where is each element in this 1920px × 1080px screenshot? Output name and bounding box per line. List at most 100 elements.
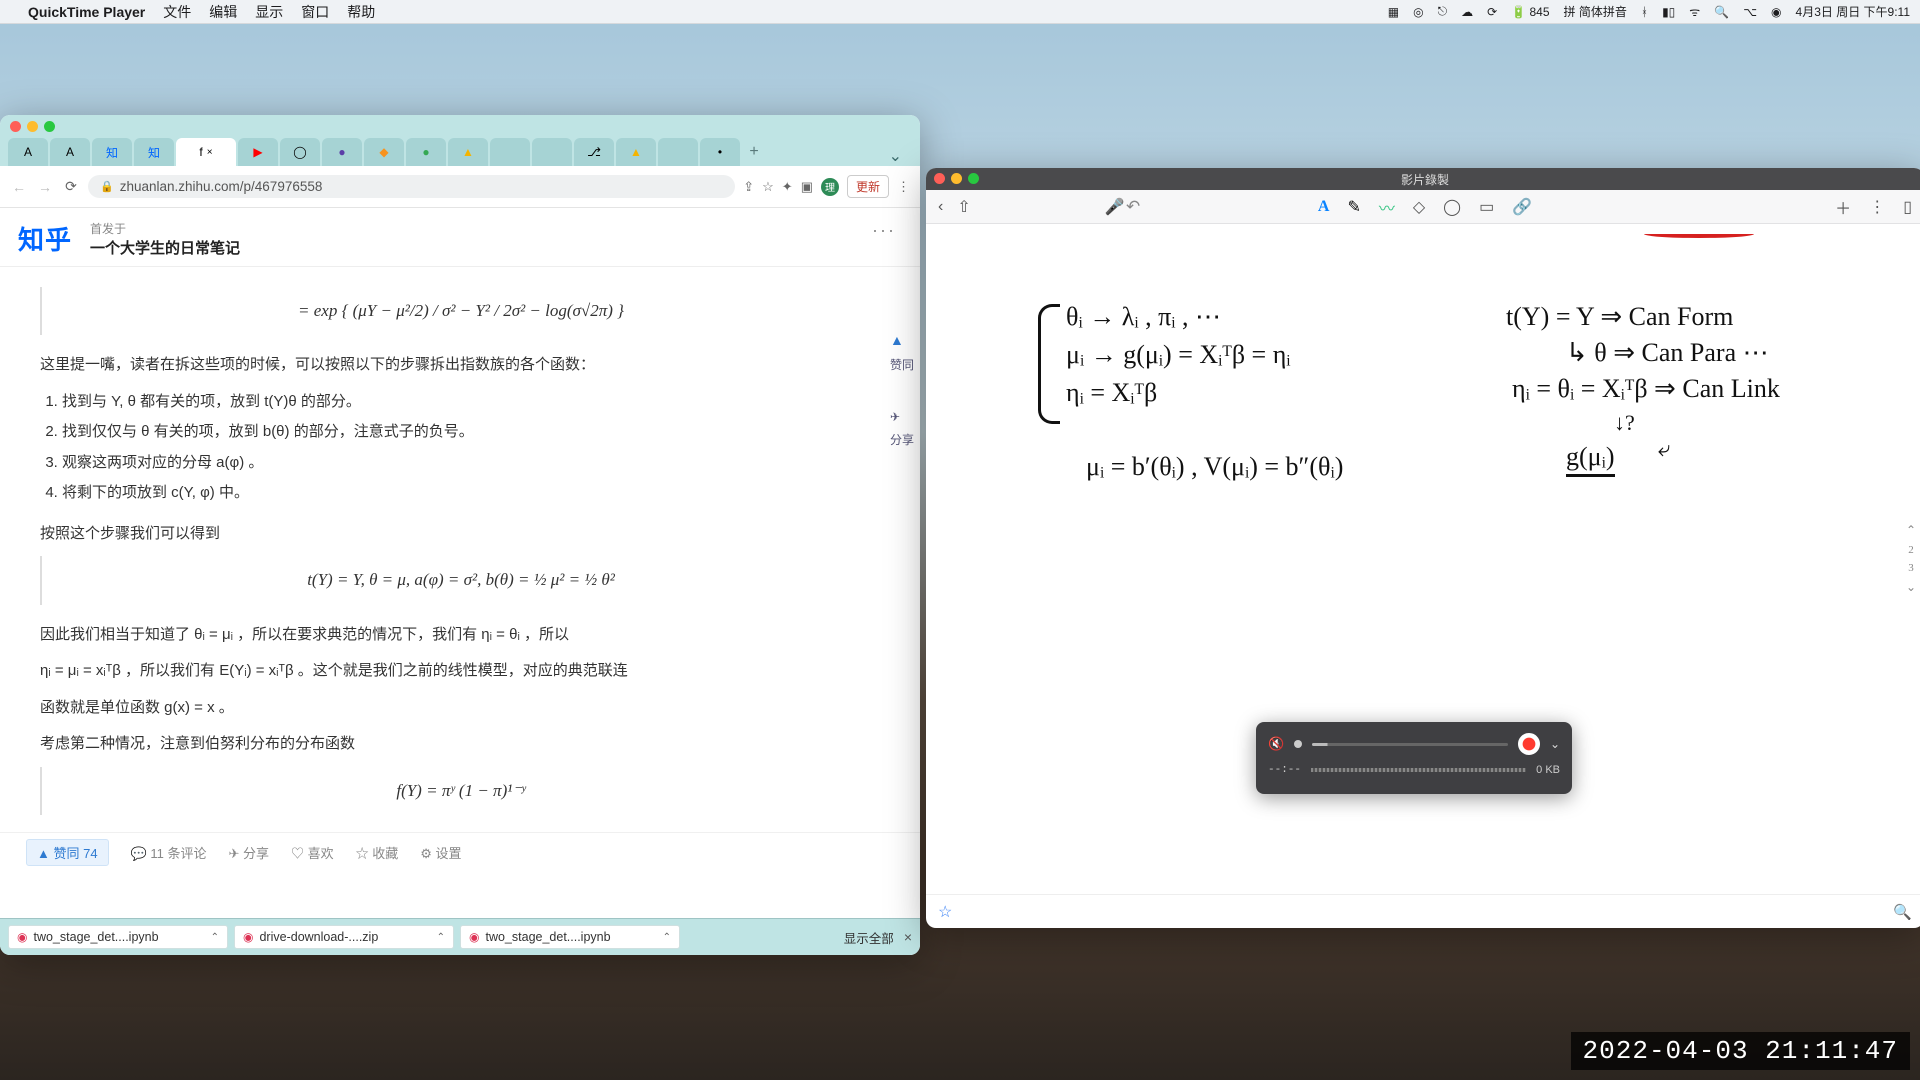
tab-14[interactable]: ⎇ (574, 138, 614, 166)
tab-2[interactable]: A (50, 138, 90, 166)
tab-close-icon[interactable]: × (207, 147, 213, 158)
menubar-icon-4[interactable]: ⟳ (1487, 5, 1497, 19)
menubar-icon-2[interactable]: ◎ (1413, 5, 1423, 19)
wechat-icon[interactable]: ☁ (1461, 5, 1473, 19)
app-name[interactable]: QuickTime Player (28, 4, 145, 20)
bluetooth-icon[interactable]: ᚼ (1641, 5, 1648, 19)
tab-11[interactable]: ▲ (448, 138, 488, 166)
chrome-menu-button[interactable]: ⋮ (897, 179, 910, 195)
volume-knob[interactable] (1294, 740, 1302, 748)
control-center-icon[interactable]: ⌥ (1743, 5, 1757, 19)
column-title[interactable]: 一个大学生的日常笔记 (90, 237, 240, 258)
comments-button[interactable]: 💬 11 条评论 (131, 843, 207, 862)
page-down-icon[interactable]: ⌄ (1906, 580, 1916, 595)
link-tool-icon[interactable]: 🔗 (1512, 197, 1532, 217)
favorite-button[interactable]: ☆ 收藏 (356, 843, 399, 862)
window-close-button[interactable] (10, 121, 21, 132)
battery-icon[interactable]: ▮▯ (1662, 5, 1675, 19)
menu-edit[interactable]: 编辑 (209, 2, 237, 22)
search-icon[interactable]: 🔍 (1893, 903, 1912, 921)
extensions-icon[interactable]: ✦ (782, 179, 793, 195)
tab-6[interactable]: ▶ (238, 138, 278, 166)
back-button[interactable]: ← (10, 179, 28, 195)
battery-count[interactable]: 🔋 845 (1511, 5, 1549, 19)
new-tab-button[interactable]: + (742, 138, 766, 166)
mic-icon[interactable]: 🎤 (1105, 197, 1125, 217)
ime-indicator[interactable]: 拼 简体拼音 (1564, 3, 1627, 20)
reload-button[interactable]: ⟳ (62, 178, 80, 195)
window-zoom-button[interactable] (44, 121, 55, 132)
more-icon[interactable]: ⋮ (1869, 197, 1885, 217)
eraser-tool-icon[interactable]: ◇ (1413, 197, 1425, 217)
menubar-icon-3[interactable]: ⎋ (1438, 4, 1448, 19)
bookmark-icon[interactable]: ☆ (938, 902, 952, 922)
tab-16[interactable] (658, 138, 698, 166)
forward-button[interactable]: → (36, 179, 54, 195)
pen-tool-icon[interactable]: ✎ (1347, 197, 1360, 217)
reader-icon[interactable]: ▣ (801, 179, 813, 195)
page-num-2[interactable]: 2 (1908, 544, 1914, 556)
quicktime-record-bar[interactable]: 🔇 ⌄ --:-- 0 KB (1256, 722, 1572, 794)
notes-zoom-button[interactable] (968, 173, 979, 184)
menu-help[interactable]: 帮助 (347, 2, 375, 22)
undo-icon[interactable]: ↶ (1126, 197, 1140, 217)
tab-12[interactable] (490, 138, 530, 166)
side-upvote-icon[interactable]: ▲ (890, 327, 914, 354)
menubar-icon-1[interactable]: ▦ (1388, 5, 1399, 19)
downloads-close-button[interactable]: × (904, 929, 912, 945)
tab-17[interactable]: • (700, 138, 740, 166)
tab-10[interactable]: ● (406, 138, 446, 166)
add-icon[interactable]: ＋ (1835, 195, 1851, 219)
menu-file[interactable]: 文件 (163, 2, 191, 22)
clock[interactable]: 4月3日 周日 下午9:11 (1796, 3, 1910, 20)
window-minimize-button[interactable] (27, 121, 38, 132)
mute-icon[interactable]: 🔇 (1268, 736, 1284, 752)
tab-8[interactable]: ● (322, 138, 362, 166)
download-item-1[interactable]: ◉ two_stage_det....ipynb ⌃ (8, 925, 228, 949)
tab-7[interactable]: ◯ (280, 138, 320, 166)
download-menu-icon[interactable]: ⌃ (663, 932, 671, 943)
tab-3[interactable]: 知 (92, 138, 132, 166)
like-button[interactable]: ♡ 喜欢 (291, 843, 334, 862)
side-share-icon[interactable]: ✈ (890, 406, 914, 429)
text-tool-icon[interactable]: A (1318, 198, 1330, 216)
zhihu-logo[interactable]: 知乎 (18, 220, 72, 257)
export-icon[interactable]: ⇧ (957, 197, 970, 217)
notes-minimize-button[interactable] (951, 173, 962, 184)
page-up-icon[interactable]: ⌃ (1906, 523, 1916, 538)
tab-9[interactable]: ◆ (364, 138, 404, 166)
notes-close-button[interactable] (934, 173, 945, 184)
tab-15[interactable]: ▲ (616, 138, 656, 166)
upvote-button[interactable]: ▲ 赞同 74 (26, 839, 109, 866)
spotlight-icon[interactable]: 🔍 (1714, 5, 1729, 19)
page-view-icon[interactable]: ▯ (1903, 197, 1912, 217)
article-more-button[interactable]: ··· (872, 220, 902, 241)
record-options-icon[interactable]: ⌄ (1550, 737, 1560, 751)
download-menu-icon[interactable]: ⌃ (437, 932, 445, 943)
menu-view[interactable]: 显示 (255, 2, 283, 22)
menu-window[interactable]: 窗口 (301, 2, 329, 22)
siri-icon[interactable]: ◉ (1771, 5, 1781, 19)
settings-button[interactable]: ⚙ 设置 (420, 843, 461, 862)
shape-tool-icon[interactable]: ▭ (1479, 197, 1494, 217)
update-button[interactable]: 更新 (847, 175, 889, 198)
share-button[interactable]: ✈ 分享 (228, 843, 269, 862)
bookmark-star-icon[interactable]: ☆ (762, 179, 774, 195)
download-menu-icon[interactable]: ⌃ (211, 932, 219, 943)
profile-avatar[interactable]: 理 (821, 178, 839, 196)
record-button[interactable] (1518, 733, 1540, 755)
wifi-icon[interactable]: ᯤ (1689, 3, 1700, 20)
download-item-2[interactable]: ◉ drive-download-....zip ⌃ (234, 925, 454, 949)
page-num-3[interactable]: 3 (1908, 562, 1914, 574)
lasso-tool-icon[interactable]: ◯ (1443, 197, 1461, 217)
tab-1[interactable]: A (8, 138, 48, 166)
tab-4[interactable]: 知 (134, 138, 174, 166)
tab-active[interactable]: f× (176, 138, 236, 166)
tabs-overflow-button[interactable]: ⌄ (889, 146, 912, 166)
address-bar[interactable]: 🔒 zhuanlan.zhihu.com/p/467976558 (88, 175, 735, 198)
tab-13[interactable] (532, 138, 572, 166)
download-item-3[interactable]: ◉ two_stage_det....ipynb ⌃ (460, 925, 680, 949)
downloads-show-all[interactable]: 显示全部 (844, 928, 894, 947)
highlighter-tool-icon[interactable]: 〰 (1379, 195, 1395, 219)
share-icon[interactable]: ⇪ (743, 179, 754, 195)
